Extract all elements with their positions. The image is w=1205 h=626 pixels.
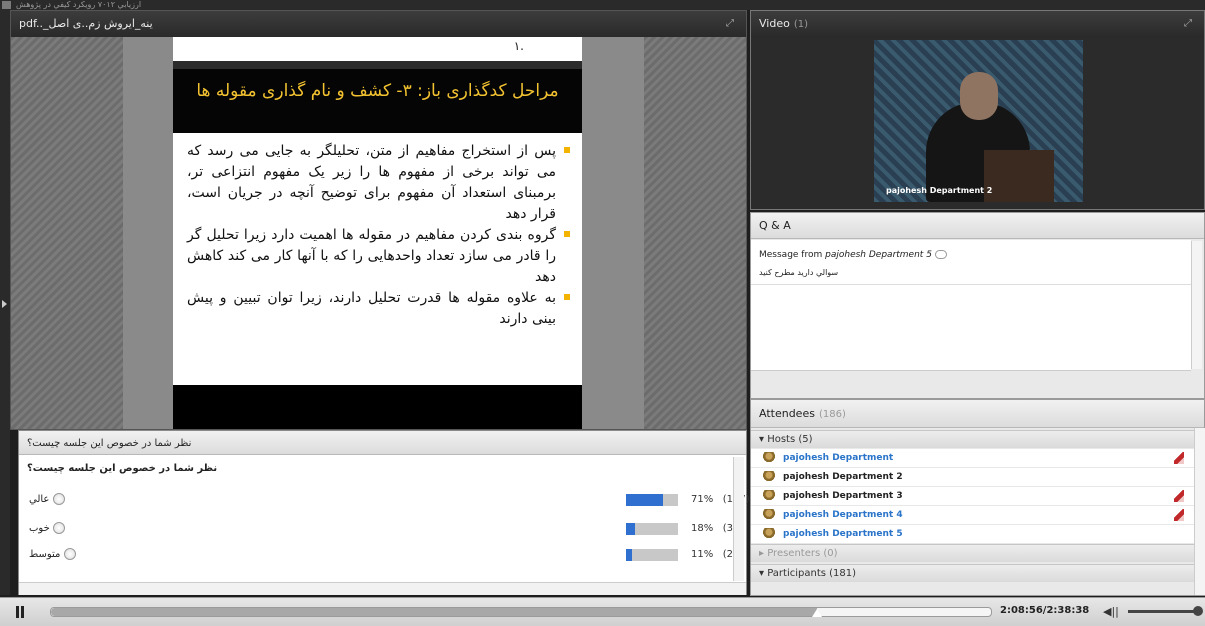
poll-option[interactable]: خوب <box>29 520 65 538</box>
poll-result-bar <box>626 523 678 535</box>
qa-message-list: Message from pajohesh Department 5 سوالي… <box>751 240 1191 371</box>
poll-option[interactable]: عالي <box>29 491 65 509</box>
attendee-name: pajohesh Department <box>783 453 894 463</box>
slide-margin-right <box>582 37 644 429</box>
top-title-strip: ارزيابي ۷۰۱۲ رويکرد کيفي در پژوهش <box>0 0 1205 10</box>
attendee-name: pajohesh Department 3 <box>783 491 903 501</box>
maximize-icon[interactable]: ⤢ <box>724 18 736 30</box>
participants-group-header[interactable]: ▾ Participants (181) <box>751 564 1196 582</box>
viewer-background-right <box>644 37 746 429</box>
playback-time: 2:08:56/2:38:38 <box>1000 605 1090 616</box>
volume-thumb[interactable] <box>1193 606 1203 616</box>
poll-result-bar <box>626 549 678 561</box>
video-title: Video <box>759 17 790 30</box>
poll-pod: نظر شما در خصوص اين جلسه چيست؟ نظر شما د… <box>18 430 750 595</box>
share-pod-header: pdf.._ینه_ایروش زم..ی اصل ⤢ <box>11 11 746 37</box>
qa-sender: pajohesh Department 5 <box>825 250 932 260</box>
slide-title: مراحل کدگذاری باز: ۳- کشف و نام گذاری مق… <box>173 69 582 133</box>
speaker-head <box>960 72 998 120</box>
previous-slide-fragment: ۱. <box>173 37 582 61</box>
share-pod: pdf.._ینه_ایروش زم..ی اصل ⤢ ۱. مراحل کدگ… <box>10 10 747 430</box>
playback-bar: 2:08:56/2:38:38 ◀|| <box>0 597 1205 626</box>
video-pod: Video (1) ⤢ pajohesh Department 2 <box>750 10 1205 210</box>
poll-scrollbar[interactable] <box>733 457 744 581</box>
video-caption: pajohesh Department 2 <box>886 186 993 195</box>
presenters-group-header[interactable]: ▸ Presenters (0) <box>751 544 1196 562</box>
seek-thumb[interactable] <box>812 609 822 617</box>
poll-option[interactable]: متوسط <box>29 546 76 564</box>
attendee-name: pajohesh Department 4 <box>783 510 903 520</box>
slide-bullet: گروه بندی کردن مفاهیم در مقوله ها اهمیت … <box>187 225 570 288</box>
poll-title: نظر شما در خصوص اين جلسه چيست؟ <box>27 438 192 449</box>
slide-margin-left <box>123 37 173 429</box>
attendees-count: (186) <box>818 409 846 420</box>
attendee-name: pajohesh Department 5 <box>783 529 903 539</box>
podium <box>984 150 1054 202</box>
video-count: (1) <box>793 19 808 30</box>
qa-header: Q & A <box>751 213 1204 239</box>
slide-fragment-text: ۱. <box>513 39 524 53</box>
host-icon <box>763 509 775 521</box>
attendee-row[interactable]: pajohesh Department <box>751 449 1196 468</box>
qa-message-text: سوالي داريد مطرح كنيد <box>759 268 839 277</box>
poll-option-label: خوب <box>29 523 50 534</box>
poll-bar-fill <box>626 523 635 535</box>
radio-button[interactable] <box>63 548 76 560</box>
poll-hscrollbar[interactable] <box>19 582 746 595</box>
poll-header: نظر شما در خصوص اين جلسه چيست؟ <box>19 431 746 455</box>
left-collapse-handle[interactable] <box>0 10 10 595</box>
slide-bullet: به علاوه مقوله ها قدرت تحلیل دارند، زیرا… <box>187 288 570 330</box>
attendees-pod: Attendees (186) ▾ Hosts (5) pajohesh Depa… <box>750 399 1205 596</box>
expand-arrow-icon[interactable] <box>2 300 7 308</box>
qa-scrollbar[interactable] <box>1191 241 1202 369</box>
seek-bar-progress <box>51 608 817 616</box>
attendee-row[interactable]: pajohesh Department 4 <box>751 506 1196 525</box>
volume-icon[interactable]: ◀|| <box>1103 605 1119 618</box>
host-icon <box>763 490 775 502</box>
attendee-row[interactable]: pajohesh Department 3 <box>751 487 1196 506</box>
slide-bullet: پس از استخراج مفاهیم از متن، تحلیلگر به … <box>187 141 570 225</box>
volume-level <box>1128 610 1198 613</box>
slide-body: پس از استخراج مفاهیم از متن، تحلیلگر به … <box>173 133 582 385</box>
speech-bubble-icon <box>934 250 947 259</box>
pause-icon-bar <box>21 606 24 618</box>
radio-button[interactable] <box>52 493 65 505</box>
next-slide-fragment <box>173 385 582 429</box>
attendees-header: Attendees (186) <box>751 400 1204 428</box>
host-icon <box>763 471 775 483</box>
poll-bar-fill <box>626 494 663 506</box>
viewer-background-left <box>11 37 123 429</box>
host-icon <box>763 452 775 464</box>
maximize-icon[interactable]: ⤢ <box>1182 18 1194 30</box>
video-feed[interactable]: pajohesh Department 2 <box>874 40 1083 202</box>
radio-button[interactable] <box>52 522 65 534</box>
poll-question: نظر شما در خصوص اين جلسه چيست؟ <box>27 463 218 474</box>
qa-pod: Q & A Message from pajohesh Department 5… <box>750 212 1205 399</box>
app-icon <box>2 1 11 9</box>
qa-message[interactable]: Message from pajohesh Department 5 <box>759 250 947 260</box>
volume-slider[interactable] <box>1128 606 1203 616</box>
qa-divider <box>751 284 1191 285</box>
attendees-title: Attendees <box>759 407 815 420</box>
pause-icon <box>16 606 19 618</box>
hosts-group-header[interactable]: ▾ Hosts (5) <box>751 430 1196 448</box>
attendee-row[interactable]: pajohesh Department 2 <box>751 468 1196 487</box>
host-icon <box>763 528 775 540</box>
pencil-icon <box>1174 452 1184 464</box>
video-header: Video (1) ⤢ <box>751 11 1204 37</box>
poll-bar-fill <box>626 549 632 561</box>
poll-option-label: متوسط <box>29 549 61 560</box>
attendees-scrollbar[interactable] <box>1194 428 1205 595</box>
poll-result-bar <box>626 494 678 506</box>
seek-bar[interactable] <box>50 607 992 617</box>
pause-button[interactable] <box>14 606 26 618</box>
top-title-text: ارزيابي ۷۰۱۲ رويکرد کيفي در پژوهش <box>16 0 142 9</box>
share-pod-title: pdf.._ینه_ایروش زم..ی اصل <box>19 17 153 30</box>
attendee-name: pajohesh Department 2 <box>783 472 903 482</box>
pencil-icon <box>1174 490 1184 502</box>
pencil-icon <box>1174 509 1184 521</box>
attendee-row[interactable]: pajohesh Department 5 <box>751 525 1196 544</box>
poll-option-label: عالي <box>29 494 50 505</box>
qa-title: Q & A <box>759 219 791 232</box>
